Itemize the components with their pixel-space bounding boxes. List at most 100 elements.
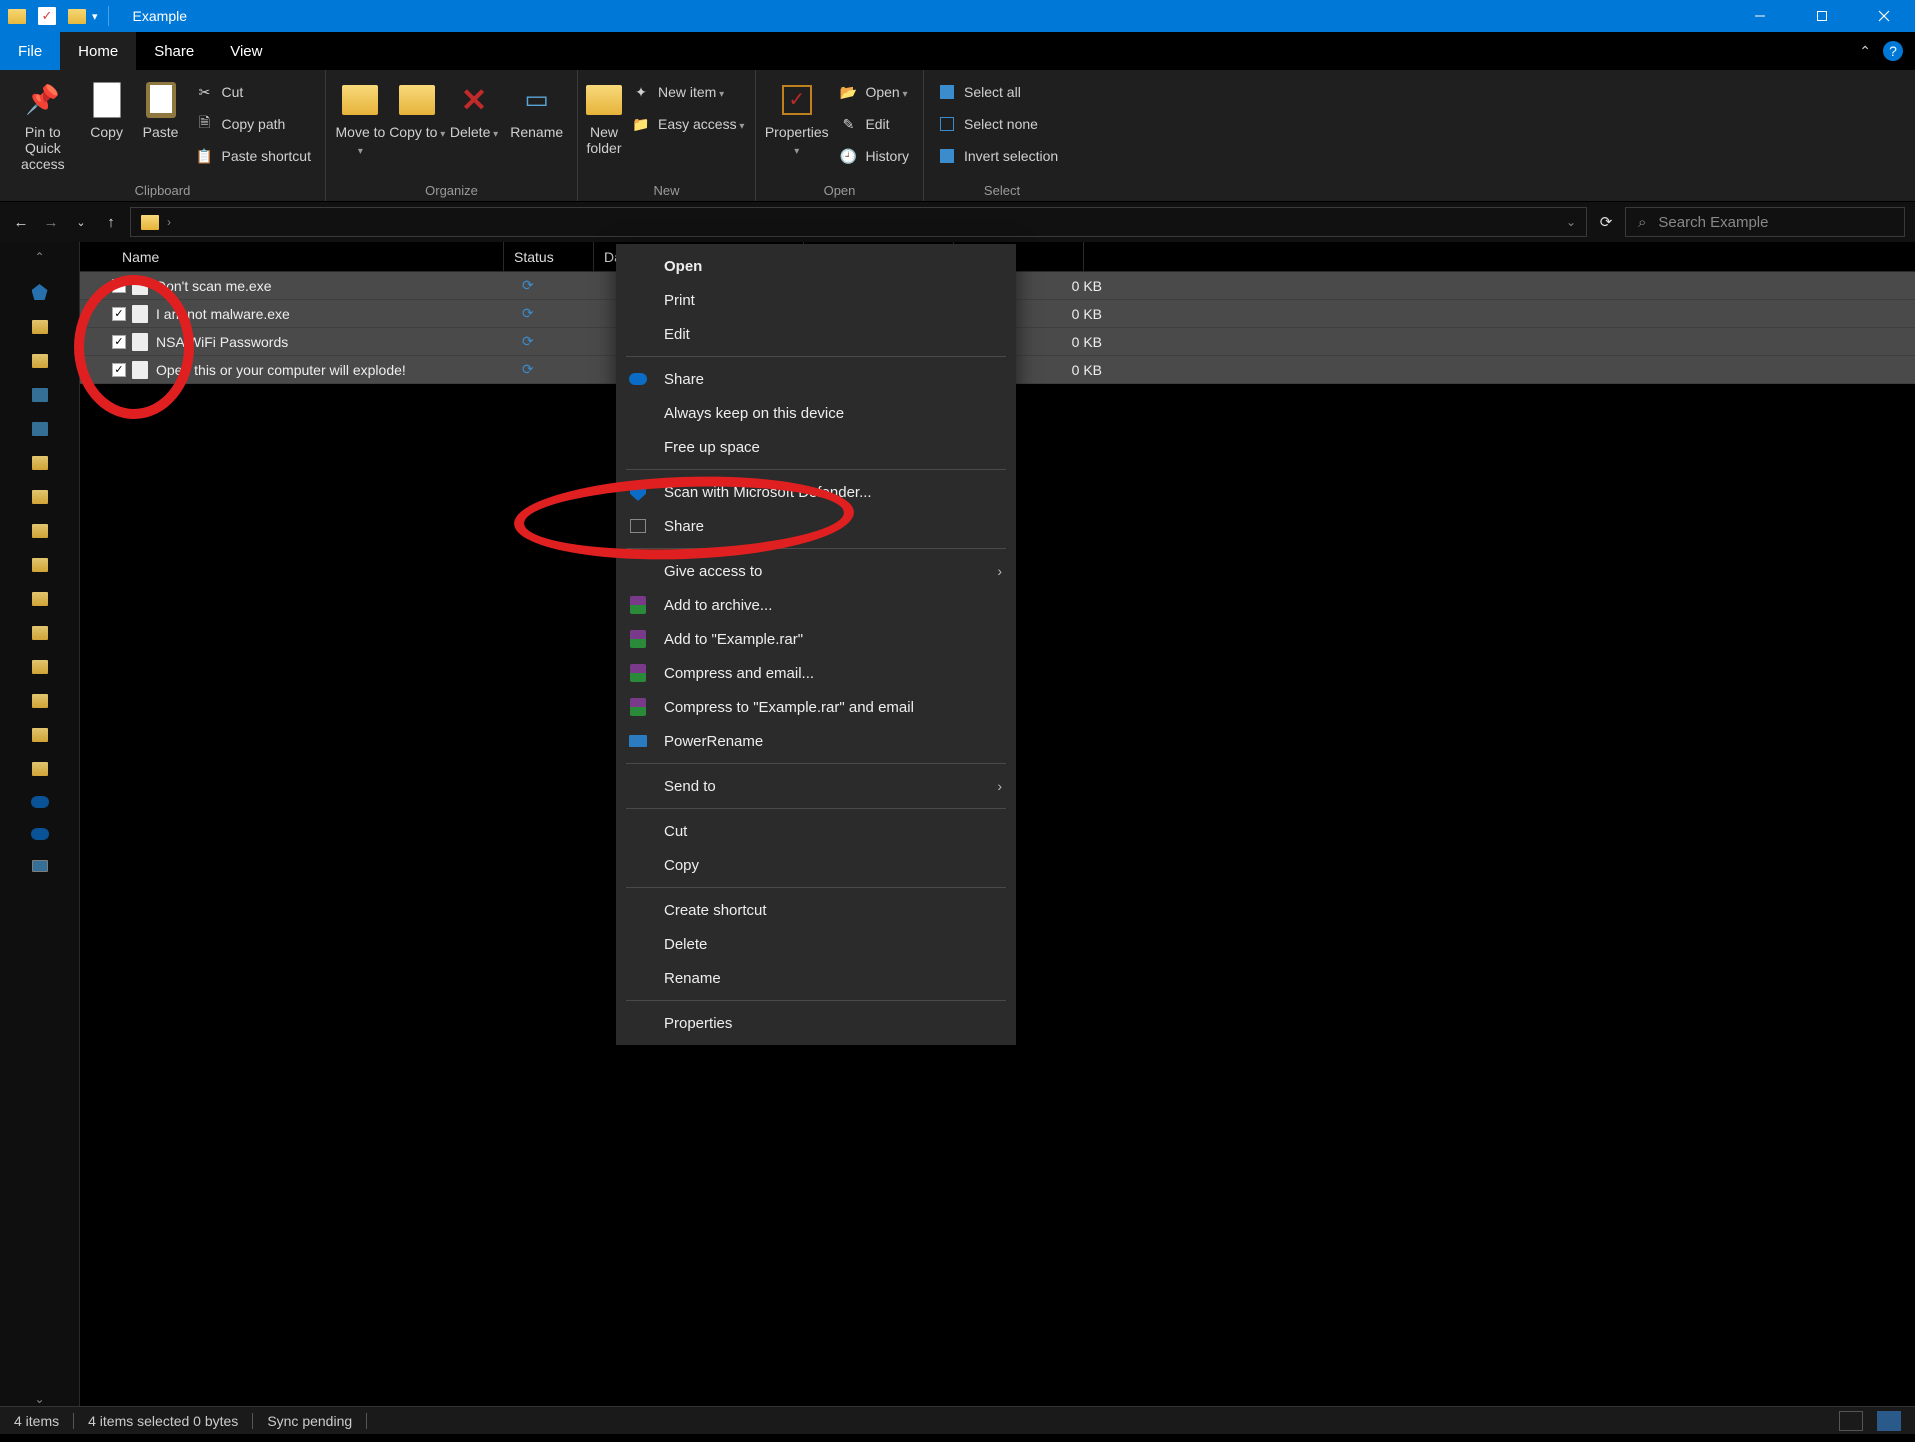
ctx-freeup[interactable]: Free up space: [616, 430, 1016, 464]
properties-button[interactable]: ✓Properties: [762, 74, 831, 157]
ctx-compemail[interactable]: Compress and email...: [616, 656, 1016, 690]
qat-overflow-icon[interactable]: ▾: [92, 10, 98, 23]
minimize-button[interactable]: [1729, 0, 1791, 32]
nav-folder[interactable]: [32, 490, 48, 504]
ctx-createshortcut[interactable]: Create shortcut: [616, 893, 1016, 927]
newitem-button[interactable]: ✦New item: [624, 76, 752, 108]
nav-folder[interactable]: [32, 762, 48, 776]
chevron-down-icon[interactable]: ⌄: [34, 1392, 44, 1406]
rename-icon: [628, 731, 648, 751]
address-box[interactable]: › ⌄: [130, 207, 1587, 237]
forward-button[interactable]: →: [40, 211, 62, 233]
ctx-giveaccess[interactable]: Give access to›: [616, 554, 1016, 588]
up-button[interactable]: ↑: [100, 211, 122, 233]
help-button[interactable]: ?: [1883, 41, 1903, 61]
rar-icon: [628, 663, 648, 683]
pin-quick-access-button[interactable]: 📌Pin to Quick access: [6, 74, 80, 172]
nav-folder[interactable]: [32, 422, 48, 436]
copypath-icon: 🗎: [195, 115, 213, 133]
refresh-button[interactable]: ⟳: [1595, 211, 1617, 233]
nav-folder[interactable]: [32, 354, 48, 368]
paste-button[interactable]: Paste: [134, 74, 188, 140]
ctx-rename[interactable]: Rename: [616, 961, 1016, 995]
ctx-share[interactable]: Share: [616, 362, 1016, 396]
rename-icon: ▭: [517, 80, 557, 120]
quick-access-icon[interactable]: [32, 284, 48, 300]
ctx-share2[interactable]: Share: [616, 509, 1016, 543]
ctx-properties[interactable]: Properties: [616, 1006, 1016, 1040]
nav-folder[interactable]: [32, 558, 48, 572]
view-large-button[interactable]: [1877, 1411, 1901, 1431]
nav-folder[interactable]: [32, 660, 48, 674]
ctx-comprar[interactable]: Compress to "Example.rar" and email: [616, 690, 1016, 724]
back-button[interactable]: ←: [10, 211, 32, 233]
onedrive-icon[interactable]: [31, 828, 49, 840]
cut-button[interactable]: ✂Cut: [187, 76, 319, 108]
history-button[interactable]: 🕘History: [831, 140, 917, 172]
file-icon: [132, 361, 148, 379]
ctx-delete[interactable]: Delete: [616, 927, 1016, 961]
search-box[interactable]: ⌕ Search Example: [1625, 207, 1905, 237]
pasteshortcut-button[interactable]: 📋Paste shortcut: [187, 140, 319, 172]
edit-button[interactable]: ✎Edit: [831, 108, 917, 140]
nav-folder[interactable]: [32, 388, 48, 402]
col-status[interactable]: Status: [504, 242, 594, 271]
tab-view[interactable]: View: [212, 32, 280, 70]
search-icon: ⌕: [1638, 214, 1646, 231]
nav-folder[interactable]: [32, 592, 48, 606]
newfolder-button[interactable]: New folder: [584, 74, 624, 156]
close-button[interactable]: [1853, 0, 1915, 32]
ctx-copy[interactable]: Copy: [616, 848, 1016, 882]
ctx-addrar[interactable]: Add to "Example.rar": [616, 622, 1016, 656]
ctx-cut[interactable]: Cut: [616, 814, 1016, 848]
delete-button[interactable]: ✕Delete: [446, 74, 503, 141]
copypath-button[interactable]: 🗎Copy path: [187, 108, 319, 140]
nav-folder[interactable]: [32, 694, 48, 708]
chevron-up-icon[interactable]: ⌃: [34, 250, 44, 264]
ctx-addarchive[interactable]: Add to archive...: [616, 588, 1016, 622]
nav-folder[interactable]: [32, 728, 48, 742]
rename-button[interactable]: ▭Rename: [502, 74, 571, 140]
invertsel-button[interactable]: Invert selection: [930, 140, 1066, 172]
tab-home[interactable]: Home: [60, 32, 136, 70]
addr-dropdown-icon[interactable]: ⌄: [1566, 215, 1576, 229]
recent-locations-button[interactable]: ⌄: [70, 211, 92, 233]
moveto-button[interactable]: Move to: [332, 74, 389, 157]
copy-label: Copy: [90, 124, 123, 140]
pin-label: Pin to Quick access: [6, 124, 80, 172]
collapse-ribbon-icon[interactable]: ⌃: [1859, 43, 1871, 60]
copyto-button[interactable]: Copy to: [389, 74, 446, 141]
ctx-print[interactable]: Print: [616, 283, 1016, 317]
tab-file[interactable]: File: [0, 32, 60, 70]
qat-properties-icon[interactable]: ✓: [38, 7, 56, 25]
status-selected: 4 items selected 0 bytes: [88, 1413, 238, 1429]
ctx-edit[interactable]: Edit: [616, 317, 1016, 351]
ctx-sendto[interactable]: Send to›: [616, 769, 1016, 803]
group-new-label: New: [578, 179, 755, 201]
selectnone-button[interactable]: Select none: [930, 108, 1066, 140]
selectall-button[interactable]: Select all: [930, 76, 1066, 108]
ctx-open[interactable]: Open: [616, 249, 1016, 283]
nav-pane[interactable]: ⌃ ⌄: [0, 242, 80, 1406]
copy-button[interactable]: Copy: [80, 74, 134, 140]
nav-folder[interactable]: [32, 320, 48, 334]
qat-newfolder-icon[interactable]: [68, 9, 86, 24]
open-button[interactable]: 📂Open: [831, 76, 917, 108]
pc-icon[interactable]: [32, 860, 48, 872]
onedrive-icon[interactable]: [31, 796, 49, 808]
checkbox[interactable]: ✓: [112, 335, 126, 349]
checkbox[interactable]: ✓: [112, 279, 126, 293]
nav-folder[interactable]: [32, 456, 48, 470]
easyaccess-button[interactable]: 📁Easy access: [624, 108, 752, 140]
col-name[interactable]: Name: [112, 242, 504, 271]
nav-folder[interactable]: [32, 524, 48, 538]
checkbox[interactable]: ✓: [112, 307, 126, 321]
ctx-powerrename[interactable]: PowerRename: [616, 724, 1016, 758]
ctx-scan-defender[interactable]: Scan with Microsoft Defender...: [616, 475, 1016, 509]
nav-folder[interactable]: [32, 626, 48, 640]
tab-share[interactable]: Share: [136, 32, 212, 70]
view-details-button[interactable]: [1839, 1411, 1863, 1431]
ctx-alwayskeep[interactable]: Always keep on this device: [616, 396, 1016, 430]
maximize-button[interactable]: [1791, 0, 1853, 32]
checkbox[interactable]: ✓: [112, 363, 126, 377]
